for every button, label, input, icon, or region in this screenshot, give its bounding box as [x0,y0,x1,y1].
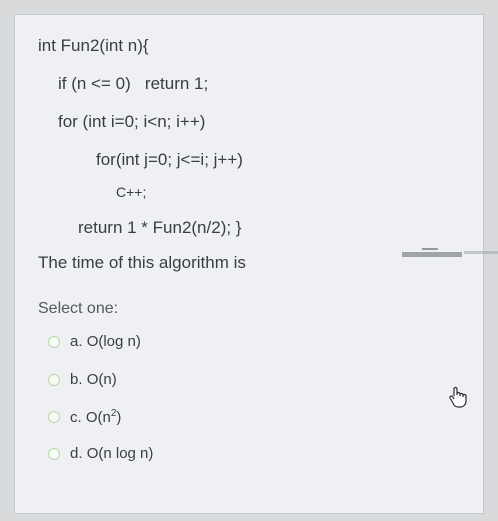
option-d-label: d. O(n log n) [70,445,154,462]
option-b-label: b. O(n) [70,371,117,388]
radio-button-d[interactable] [48,447,60,460]
option-d[interactable]: d. O(n log n) [48,445,153,462]
code-line-return: return 1 * Fun2(n/2); } [78,218,242,237]
code-line-increment: C++; [116,184,147,200]
code-line-inner-loop: for(int j=0; j<=i; j++) [96,150,243,169]
screen-glare-artifact [402,248,498,257]
code-line-base-case: if (n <= 0) return 1; [58,74,209,93]
option-c-label: c. O(n2) [70,408,122,426]
hand-pointer-icon [449,386,467,408]
option-a[interactable]: a. O(log n) [48,333,141,350]
radio-button-c[interactable] [48,411,60,423]
question-text: The time of this algorithm is [38,253,246,272]
select-one-label: Select one: [38,300,119,317]
code-line-outer-loop: for (int i=0; i<n; i++) [58,112,206,131]
option-a-label: a. O(log n) [70,333,141,350]
radio-button-a[interactable] [48,335,60,348]
radio-button-b[interactable] [48,373,60,386]
option-c[interactable]: c. O(n2) [48,408,121,426]
option-b[interactable]: b. O(n) [48,371,117,388]
code-line-function-signature: int Fun2(int n){ [38,36,149,55]
